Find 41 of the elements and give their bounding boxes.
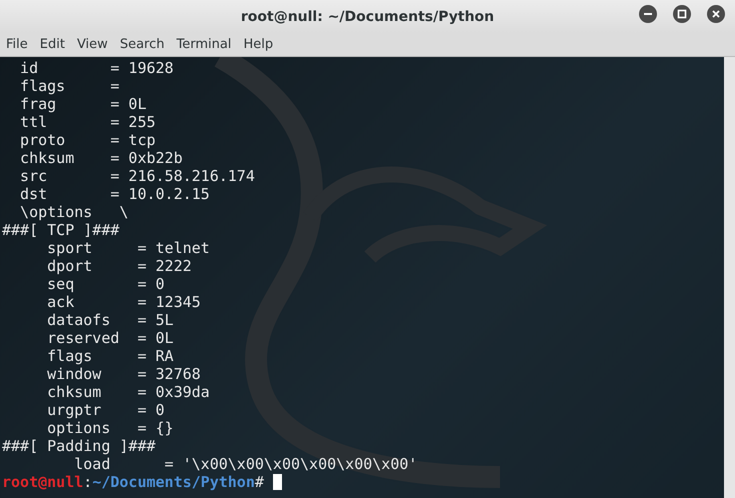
menu-item[interactable]: View [76, 37, 108, 52]
maximize-button[interactable] [673, 5, 691, 23]
prompt-symbol: # [254, 473, 265, 491]
terminal-line: ack = 12345 [46, 293, 201, 311]
terminal-line: dport = 2222 [46, 257, 192, 275]
menu-item[interactable]: File [6, 37, 28, 52]
terminal-line: ###[ TCP ]### [2, 221, 120, 239]
terminal-line: reserved = 0L [46, 329, 174, 347]
menu-item[interactable]: Terminal [176, 37, 232, 52]
menu-item[interactable]: Help [243, 37, 274, 52]
terminal-line: ttl = 255 [19, 113, 156, 131]
terminal-line: options = {} [46, 419, 174, 437]
terminal-line: id = 19628 [19, 59, 174, 77]
terminal-line: dataofs = 5L [46, 311, 174, 329]
minimize-button[interactable] [639, 5, 657, 23]
menu-item[interactable]: Edit [40, 37, 65, 52]
terminal-line: seq = 0 [46, 275, 165, 293]
terminal-line: chksum = 0xb22b [19, 149, 183, 167]
terminal-line: src = 216.58.216.174 [19, 167, 255, 185]
prompt-user-host: root@null [2, 473, 84, 491]
terminal-line: urgptr = 0 [46, 401, 165, 419]
terminal-line: sport = telnet [46, 239, 210, 257]
terminal-line: dst = 10.0.2.15 [19, 185, 210, 203]
terminal-line: chksum = 0x39da [46, 383, 210, 401]
close-icon [711, 9, 721, 19]
menu-item[interactable]: Search [120, 37, 164, 52]
scrollbar[interactable] [724, 57, 735, 498]
close-button[interactable] [707, 5, 725, 23]
prompt-path: ~/Documents/Python [92, 473, 255, 491]
text-cursor [272, 474, 282, 490]
terminal-line: window = 32768 [46, 365, 201, 383]
terminal-line: \options \ [19, 203, 128, 221]
window-title: root@null: ~/Documents/Python [240, 8, 494, 24]
terminal-line: flags = RA [46, 347, 174, 365]
maximize-icon [677, 9, 687, 19]
prompt-separator: : [83, 473, 92, 491]
terminal-line: proto = tcp [19, 131, 156, 149]
terminal-line: flags = [19, 77, 120, 95]
terminal-line: frag = 0L [19, 95, 146, 113]
terminal-line: ###[ Padding ]### [2, 437, 156, 455]
terminal-line: load = '\x00\x00\x00\x00\x00\x00' [73, 455, 418, 473]
